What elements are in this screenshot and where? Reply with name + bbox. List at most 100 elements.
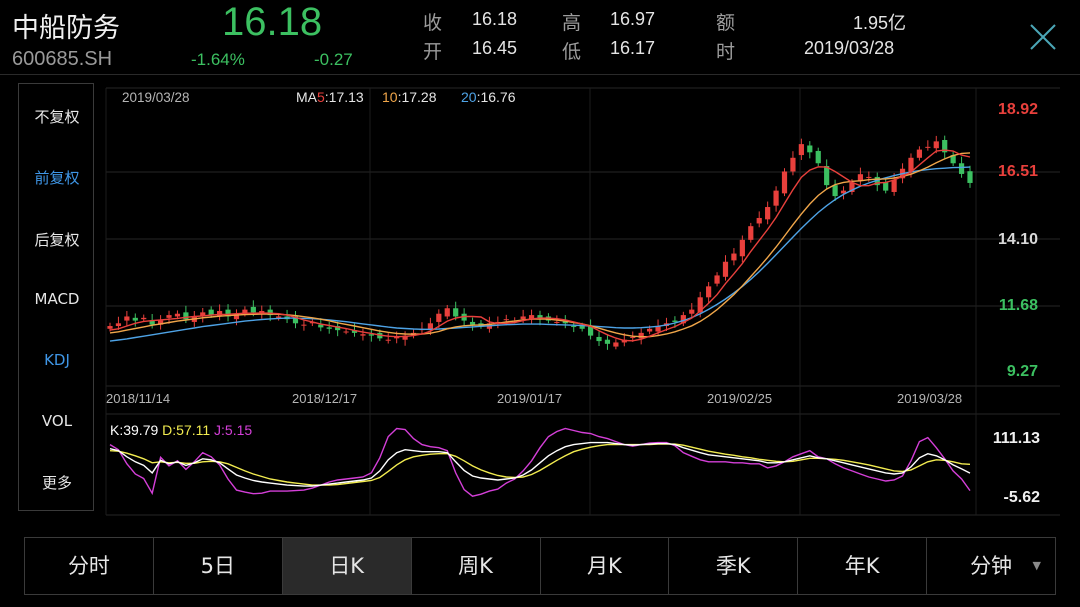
j-legend: J:5.15 (214, 422, 252, 438)
tab-yearly-k[interactable]: 年K (798, 538, 928, 594)
stock-name: 中船防务 (12, 13, 120, 44)
side-item-kdj[interactable]: KDJ (19, 351, 95, 369)
chart-date-label: 2019/03/28 (122, 90, 190, 105)
stock-price: 16.18 (222, 0, 323, 44)
percent-change: -1.64% (191, 50, 245, 69)
quote-high-value: 16.97 (610, 9, 656, 29)
tab-label: 年K (844, 554, 880, 578)
candle-body (638, 332, 644, 339)
quote-open-value: 16.45 (472, 38, 518, 58)
close-icon (1030, 24, 1056, 50)
candle-body (672, 320, 678, 322)
ma20-legend-value: :16.76 (477, 89, 516, 105)
date-axis-tick: 2018/12/17 (292, 391, 357, 406)
period-tabs: 分时 5日 日K 周K 月K 季K 年K 分钟 ▼ (24, 537, 1056, 595)
candle-body (958, 163, 965, 174)
candle-body (866, 176, 872, 178)
kdj-axis-tick: 111.13 (993, 430, 1040, 447)
quote-amount-label: 额 (716, 12, 736, 34)
candle-body (883, 182, 889, 191)
tab-label: 月K (587, 554, 622, 578)
dropdown-caret-icon: ▼ (1032, 559, 1041, 572)
stock-chart[interactable]: 2019/03/28 MA5:17.13 10:17.28 20:16.76 18.92… (0, 0, 1080, 607)
header-divider (0, 74, 1080, 75)
candle-body (276, 316, 282, 318)
date-axis-tick: 2019/03/28 (897, 391, 962, 406)
candle-body (250, 306, 256, 313)
candle-body (908, 157, 914, 172)
candle-body (343, 331, 349, 333)
candle-body (520, 316, 526, 320)
candle-body (453, 308, 459, 317)
price-axis-tick: 18.92 (998, 101, 1038, 118)
candle-body (115, 323, 122, 327)
candle-body (132, 317, 138, 321)
candle-body (579, 326, 585, 329)
tab-monthly-k[interactable]: 月K (541, 538, 670, 594)
ma20-legend-period: 20 (461, 89, 477, 105)
ma20-legend: 20:16.76 (461, 89, 516, 105)
quote-time-label: 时 (716, 41, 736, 63)
k-legend: K:39.79 (110, 422, 162, 438)
candle-body (436, 313, 442, 322)
tab-minute[interactable]: 分钟 ▼ (927, 538, 1055, 594)
candle-body (781, 171, 788, 194)
tab-5day[interactable]: 5日 (154, 538, 283, 594)
price-axis-tick: 14.10 (998, 231, 1038, 248)
quote-amount-value: 1.95亿 (853, 13, 907, 33)
kdj-axis-tick: -5.62 (1004, 489, 1041, 506)
quote-low-label: 低 (562, 41, 582, 63)
candle-body (613, 342, 619, 347)
candle-body (815, 150, 821, 164)
candle-body (503, 319, 509, 321)
candle-body (739, 239, 745, 257)
candle-body (554, 321, 560, 323)
side-item-forward-adjust[interactable]: 前复权 (19, 167, 95, 188)
ma10-legend-period: 10 (382, 89, 398, 105)
indicator-side-panel: 不复权 前复权 后复权 MACD KDJ VOL 更多 (18, 83, 94, 511)
side-item-macd[interactable]: MACD (19, 290, 95, 308)
candle-body (107, 326, 113, 329)
side-item-backward-adjust[interactable]: 后复权 (19, 229, 95, 250)
quote-low-value: 16.17 (610, 38, 656, 58)
candle-body (925, 146, 931, 148)
candle-body (647, 328, 653, 332)
candle-body (722, 261, 729, 277)
side-item-no-adjust[interactable]: 不复权 (19, 106, 95, 127)
candle-body (596, 336, 602, 342)
candle-body (166, 315, 172, 318)
tab-intraday[interactable]: 分时 (25, 538, 154, 594)
candle-body (731, 253, 737, 261)
candle-body (630, 336, 636, 338)
tab-daily-k[interactable]: 日K (282, 538, 412, 594)
tab-label: 5日 (200, 554, 235, 578)
price-axis-tick: 9.27 (1007, 363, 1038, 380)
side-item-more[interactable]: 更多 (19, 472, 95, 493)
ma5-legend-value: :17.13 (325, 89, 364, 105)
candle-body (706, 286, 712, 298)
ma10-legend: 10:17.28 (382, 89, 437, 105)
candle-body (798, 144, 804, 156)
d-line (109, 443, 971, 486)
close-button[interactable] (1026, 20, 1060, 54)
candle-body (748, 226, 754, 240)
side-item-vol[interactable]: VOL (19, 412, 95, 430)
price-axis-tick: 16.51 (998, 163, 1038, 180)
candle-body (933, 141, 939, 149)
candle-body (301, 324, 307, 326)
candle-body (756, 217, 762, 224)
k-line (109, 441, 971, 487)
d-legend: D:57.11 (162, 422, 214, 438)
candle-body (385, 339, 391, 341)
candle-body (124, 316, 130, 321)
tab-quarterly-k[interactable]: 季K (669, 538, 799, 594)
tab-weekly-k[interactable]: 周K (412, 538, 541, 594)
quote-open-label: 开 (423, 41, 443, 63)
candle-body (689, 309, 695, 314)
ma-legend: MA5:17.13 (296, 89, 364, 105)
kline-chart (107, 135, 973, 350)
candle-body (824, 165, 830, 186)
tab-label: 分时 (67, 554, 110, 578)
candle-body (891, 179, 897, 192)
candle-body (174, 313, 181, 317)
